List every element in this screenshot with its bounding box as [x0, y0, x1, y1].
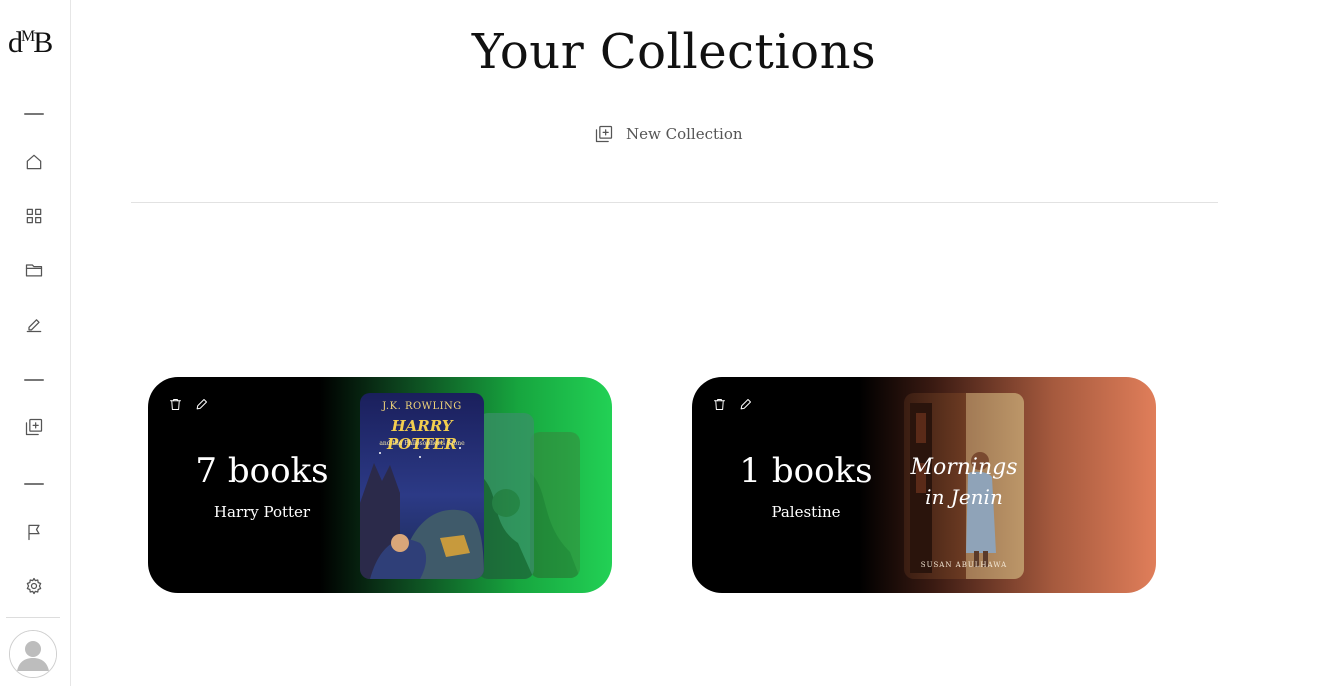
book-cover — [530, 432, 580, 578]
grid-icon — [26, 208, 42, 224]
delete-button[interactable] — [710, 395, 728, 413]
sidebar-divider — [24, 113, 44, 115]
sidebar: dMB — [0, 0, 71, 686]
book-cover: J.K. ROWLING HARRY POTTER and the Philos… — [360, 393, 484, 579]
sidebar-separator — [6, 617, 60, 618]
collection-name: Harry Potter — [213, 503, 311, 521]
pencil-icon — [740, 398, 751, 409]
sidebar-item-add-collection[interactable] — [21, 414, 47, 440]
flag-icon — [28, 524, 40, 541]
new-collection-label: New Collection — [626, 125, 743, 143]
cover-title: HARRY POTTER — [386, 417, 458, 453]
add-square-icon — [595, 125, 613, 143]
book-count: 1 books — [739, 451, 873, 491]
home-icon — [26, 154, 42, 170]
collection-name: Palestine — [771, 503, 841, 521]
add-square-icon — [25, 418, 43, 436]
sidebar-item-grid[interactable] — [21, 203, 47, 229]
sidebar-item-settings[interactable] — [21, 573, 47, 599]
collection-card[interactable]: 1 books Palestine Mornings in Jenin SUSA… — [692, 377, 1156, 593]
sidebar-item-flag[interactable] — [21, 519, 47, 545]
book-cover: Mornings in Jenin SUSAN ABULHAWA — [904, 393, 1024, 579]
trash-icon — [169, 398, 181, 410]
book-cover-image — [478, 413, 534, 579]
collection-card[interactable]: 7 books Harry Potter J.K. ROWLING HARRY … — [148, 377, 612, 593]
trash-icon — [713, 398, 725, 410]
cover-title-line1: Mornings — [910, 455, 1018, 480]
cover-title-line2: in Jenin — [925, 485, 1003, 509]
sidebar-item-edit[interactable] — [21, 311, 47, 337]
sidebar-divider — [24, 483, 44, 485]
user-avatar-icon — [10, 631, 56, 677]
edit-button[interactable] — [736, 395, 754, 413]
book-cover-image — [530, 432, 580, 578]
pencil-icon — [196, 398, 207, 409]
edit-icon — [26, 319, 42, 333]
new-collection-button[interactable]: New Collection — [594, 122, 743, 146]
card-actions — [166, 395, 210, 413]
sidebar-item-folder[interactable] — [21, 257, 47, 283]
header-divider — [131, 202, 1218, 203]
folder-icon — [25, 264, 43, 277]
delete-button[interactable] — [166, 395, 184, 413]
edit-button[interactable] — [192, 395, 210, 413]
sidebar-divider — [24, 379, 44, 381]
book-count: 7 books — [195, 451, 329, 491]
user-avatar[interactable] — [9, 630, 57, 678]
card-actions — [710, 395, 754, 413]
sidebar-item-home[interactable] — [21, 149, 47, 175]
gear-icon — [26, 577, 42, 595]
book-cover — [478, 413, 534, 579]
cover-author: J.K. ROWLING — [382, 401, 462, 412]
cover-subtitle: and the Philosopher's Stone — [379, 440, 465, 447]
page-title: Your Collections — [471, 24, 877, 80]
cover-author: SUSAN ABULHAWA — [920, 561, 1008, 569]
